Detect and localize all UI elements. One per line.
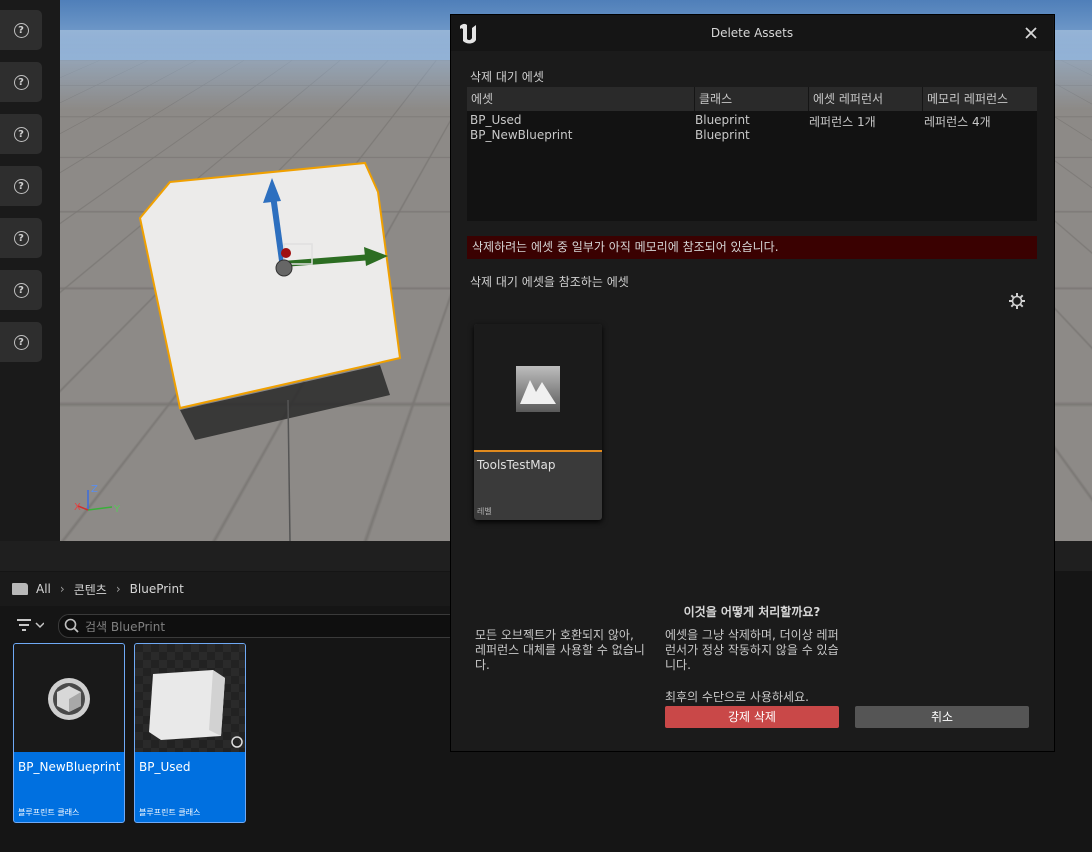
folder-icon bbox=[12, 583, 28, 595]
help-icon: ? bbox=[13, 22, 29, 38]
column-header-class[interactable]: 클래스 bbox=[695, 87, 809, 111]
table-cell-asset-ref: 레퍼런스 1개 bbox=[809, 115, 876, 129]
gizmo-x-dot bbox=[281, 248, 291, 258]
asset-type: 블루프린트 클래스 bbox=[139, 808, 201, 817]
pending-assets-header: 삭제 대기 에셋 bbox=[470, 70, 544, 84]
help-button[interactable]: ? bbox=[0, 270, 42, 310]
close-icon[interactable] bbox=[1024, 26, 1038, 40]
asset-name: BP_NewBlueprint bbox=[18, 760, 121, 774]
table-cell-asset: BP_Used bbox=[470, 113, 522, 127]
memory-reference-warning: 삭제하려는 에셋 중 일부가 아직 메모리에 참조되어 있습니다. bbox=[467, 236, 1037, 259]
help-icon: ? bbox=[13, 230, 29, 246]
asset-thumbnail bbox=[135, 644, 245, 752]
referencing-asset-tile[interactable]: ToolsTestMap 레벨 bbox=[474, 324, 602, 520]
force-delete-button[interactable]: 강제 삭제 bbox=[665, 706, 839, 728]
search-placeholder: 검색 BluePrint bbox=[85, 620, 166, 634]
help-button[interactable]: ? bbox=[0, 114, 42, 154]
column-header-memory-reference[interactable]: 메모리 레퍼런스 bbox=[923, 87, 1037, 111]
help-button[interactable]: ? bbox=[0, 10, 42, 50]
search-input[interactable]: 검색 BluePrint bbox=[58, 614, 460, 638]
asset-tile-bp-newblueprint[interactable]: BP_NewBlueprint 블루프린트 클래스 bbox=[13, 643, 125, 823]
help-icon: ? bbox=[13, 334, 29, 350]
breadcrumb: All › 콘텐츠 › BluePrint bbox=[0, 572, 460, 606]
help-icon: ? bbox=[13, 74, 29, 90]
table-cell-mem-ref: 레퍼런스 4개 bbox=[924, 115, 991, 129]
asset-thumbnail bbox=[474, 324, 602, 452]
left-toolbar: ? ? ? ? ? ? ? bbox=[0, 0, 60, 541]
replace-references-note: 모든 오브젝트가 호환되지 않아, 레퍼런스 대체를 사용할 수 없습니다. bbox=[475, 628, 645, 672]
help-button[interactable]: ? bbox=[0, 218, 42, 258]
help-icon: ? bbox=[13, 178, 29, 194]
help-icon: ? bbox=[13, 126, 29, 142]
axis-y-label: Y bbox=[113, 504, 121, 515]
help-icon: ? bbox=[13, 282, 29, 298]
cancel-button[interactable]: 취소 bbox=[855, 706, 1029, 728]
chevron-right-icon: › bbox=[115, 582, 121, 596]
question-heading: 이것을 어떻게 처리할까요? bbox=[683, 605, 821, 619]
help-button[interactable]: ? bbox=[0, 166, 42, 206]
breadcrumb-blueprint[interactable]: BluePrint bbox=[130, 582, 184, 596]
chevron-right-icon: › bbox=[59, 582, 65, 596]
asset-tile-bp-used[interactable]: BP_Used 블루프린트 클래스 bbox=[134, 643, 246, 823]
level-map-icon bbox=[516, 366, 560, 412]
column-header-asset[interactable]: 에셋 bbox=[467, 87, 695, 111]
asset-thumbnail bbox=[14, 644, 124, 752]
table-cell-asset: BP_NewBlueprint bbox=[470, 128, 573, 142]
force-delete-note: 에셋을 그냥 삭제하며, 더이상 레퍼런서가 정상 작동하지 않을 수 있습니다… bbox=[665, 628, 839, 672]
asset-name: BP_Used bbox=[139, 760, 191, 774]
referencing-assets-header: 삭제 대기 에셋을 참조하는 에셋 bbox=[470, 275, 629, 289]
asset-type: 블루프린트 클래스 bbox=[18, 808, 80, 817]
table-cell-class: Blueprint bbox=[695, 113, 750, 127]
dialog-title: Delete Assets bbox=[710, 26, 794, 40]
table-cell-class: Blueprint bbox=[695, 128, 750, 142]
breadcrumb-content[interactable]: 콘텐츠 bbox=[74, 581, 107, 598]
settings-icon[interactable] bbox=[1008, 292, 1026, 310]
axis-z-label: Z bbox=[91, 484, 98, 495]
breadcrumb-all[interactable]: All bbox=[36, 582, 51, 596]
filter-icon[interactable] bbox=[14, 616, 44, 636]
asset-type: 레벨 bbox=[477, 507, 492, 516]
cube-thumbnail-icon bbox=[149, 670, 243, 748]
asset-name: ToolsTestMap bbox=[477, 458, 556, 472]
help-button[interactable]: ? bbox=[0, 322, 42, 362]
axis-y-line bbox=[87, 506, 113, 511]
column-header-asset-referencer[interactable]: 에셋 레퍼런서 bbox=[809, 87, 923, 111]
help-button[interactable]: ? bbox=[0, 62, 42, 102]
blueprint-icon bbox=[48, 678, 90, 720]
search-icon bbox=[64, 618, 79, 633]
axis-x-label: X bbox=[74, 502, 81, 513]
last-resort-note: 최후의 수단으로 사용하세요. bbox=[665, 690, 809, 704]
shadow-line bbox=[287, 399, 291, 541]
gizmo-center bbox=[275, 259, 293, 277]
